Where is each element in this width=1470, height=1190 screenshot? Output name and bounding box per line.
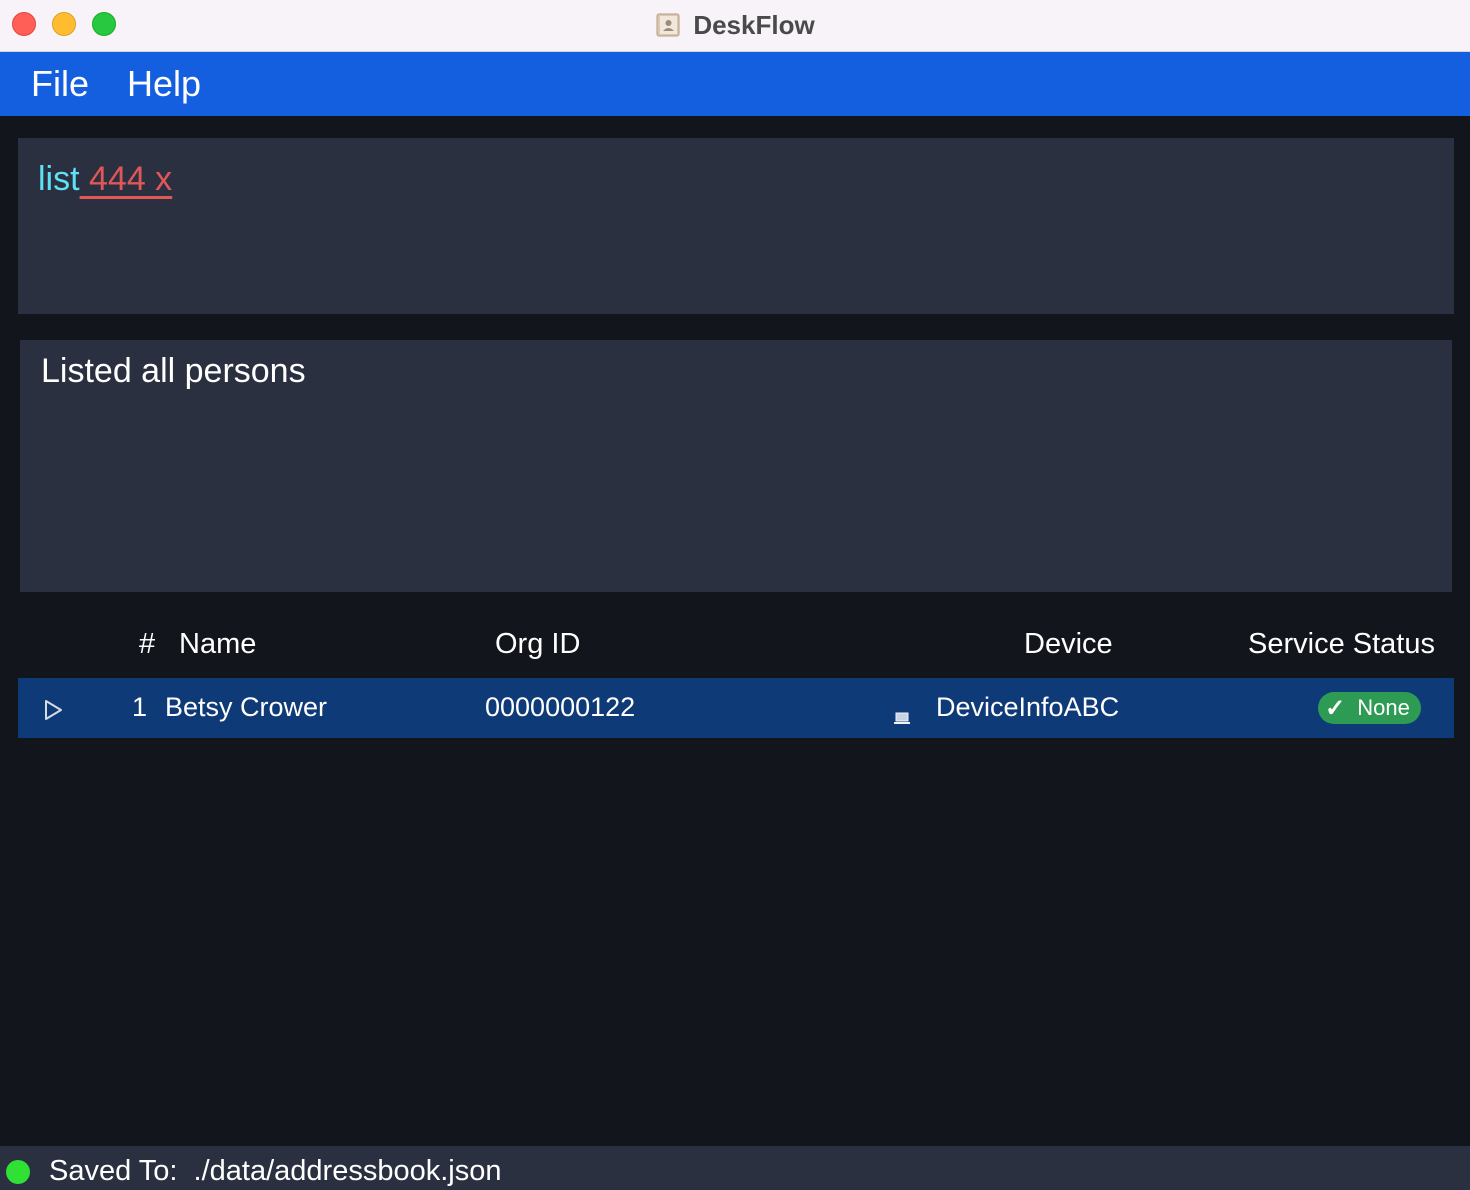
service-status-badge: ✓ None [1318, 692, 1421, 724]
menu-help[interactable]: Help [127, 63, 201, 105]
column-header-service-status[interactable]: Service Status [1248, 628, 1435, 661]
status-bar: Saved To: ./data/addressbook.json [0, 1146, 1470, 1190]
column-header-org-id[interactable]: Org ID [495, 628, 580, 661]
command-input-box[interactable]: list 444 x [18, 138, 1454, 314]
result-display: Listed all persons [20, 340, 1452, 592]
laptop-icon [894, 702, 910, 724]
table-header: # Name Org ID Device Service Status [18, 618, 1454, 674]
row-device: DeviceInfoABC [936, 692, 1120, 722]
contacts-book-icon [655, 12, 681, 38]
column-header-index: # [139, 628, 156, 660]
row-org-id: 0000000122 [485, 692, 636, 722]
command-keyword: list [38, 160, 80, 198]
menu-file[interactable]: File [31, 63, 89, 105]
save-location-label: Saved To: ./data/addressbook.json [49, 1155, 502, 1187]
title-container: DeskFlow [0, 0, 1470, 50]
column-header-device[interactable]: Device [1024, 628, 1113, 661]
command-input-text[interactable]: list 444 x [38, 160, 172, 199]
title-bar[interactable]: DeskFlow [0, 0, 1470, 52]
expand-triangle-icon[interactable] [43, 697, 65, 720]
check-icon: ✓ [1325, 694, 1346, 722]
app-window: DeskFlow File Help list 444 x Listed all… [0, 0, 1470, 1190]
column-header-name[interactable]: Name [179, 628, 256, 661]
table-row[interactable]: 1 Betsy Crower 0000000122 DeviceInfoABC … [18, 678, 1454, 738]
menu-bar: File Help [0, 52, 1470, 116]
saved-indicator-icon [6, 1160, 30, 1184]
window-title: DeskFlow [693, 9, 815, 40]
row-name: Betsy Crower [165, 692, 328, 722]
result-message: Listed all persons [41, 352, 306, 390]
service-status-label: None [1357, 695, 1410, 720]
command-error-args: 444 x [79, 160, 173, 198]
row-index: 1 [132, 692, 148, 722]
